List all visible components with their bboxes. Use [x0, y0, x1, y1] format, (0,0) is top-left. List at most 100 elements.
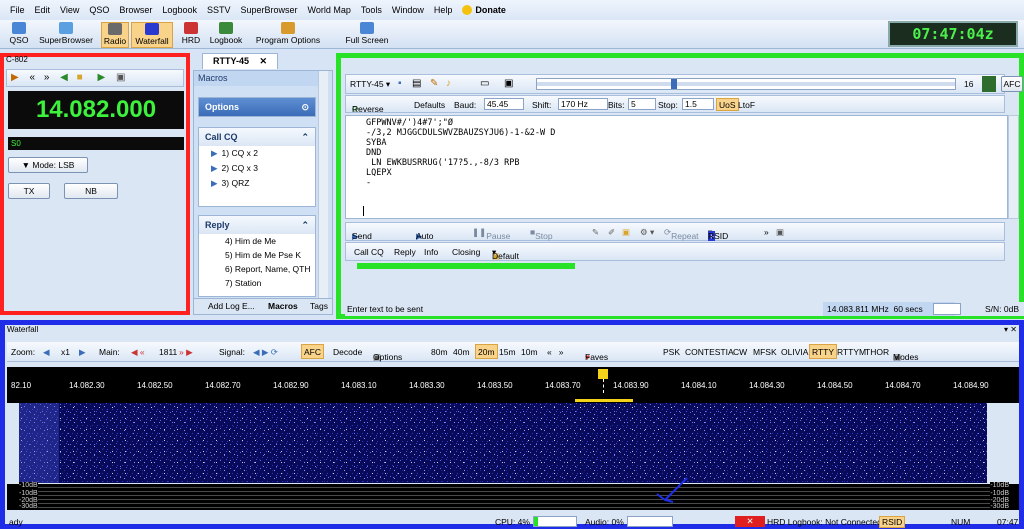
- macro-item[interactable]: 5) Him de Me Pse K: [199, 248, 315, 262]
- tab-add-log-entry[interactable]: Add Log E...: [208, 301, 255, 311]
- zoom-value[interactable]: x1: [61, 347, 70, 357]
- frequency-scale[interactable]: 82.10 14.082.30 14.082.50 14.082.70 14.0…: [7, 367, 1019, 403]
- stop-select[interactable]: 1.5: [682, 98, 714, 110]
- collapse-icon[interactable]: ⌃: [301, 132, 309, 143]
- tuning-slider[interactable]: [536, 78, 956, 90]
- folder-icon[interactable]: ■: [77, 72, 83, 83]
- macro-item[interactable]: 7) Station: [199, 276, 315, 290]
- rtty-mode-dropdown[interactable]: RTTY-45 ▾: [350, 79, 390, 90]
- call-cq-header[interactable]: Call CQ ⌃: [199, 128, 315, 146]
- menu-tools[interactable]: Tools: [361, 5, 382, 15]
- hrd-button[interactable]: HRD: [180, 22, 202, 48]
- shift-select[interactable]: 170 Hz: [558, 98, 608, 110]
- slider-handle[interactable]: [671, 79, 677, 89]
- logbook-button[interactable]: Logbook: [206, 22, 246, 48]
- forward-icon[interactable]: »: [44, 72, 50, 83]
- more-icon[interactable]: »: [764, 227, 769, 237]
- menu-file[interactable]: File: [10, 5, 25, 15]
- band-40m[interactable]: 40m: [453, 347, 470, 357]
- play-icon[interactable]: ▶: [11, 72, 19, 83]
- tab-macros[interactable]: Macros: [268, 301, 298, 311]
- default-dropdown[interactable]: ▣ Default ▾: [492, 247, 519, 261]
- repeat-button[interactable]: ⟳ Repeat: [664, 227, 699, 241]
- back-icon[interactable]: ◀: [60, 72, 68, 83]
- settings-icon[interactable]: ▣: [776, 227, 784, 238]
- macro-item[interactable]: 6) Report, Name, QTH: [199, 262, 315, 276]
- decode-button[interactable]: Decode: [333, 347, 362, 357]
- qso-button[interactable]: QSO: [6, 22, 32, 48]
- settings-icon[interactable]: ▣: [504, 78, 513, 89]
- afc-button[interactable]: AFC: [1001, 76, 1023, 92]
- zoom-in-icon[interactable]: ▶: [79, 347, 86, 358]
- next-icon[interactable]: ▶: [97, 72, 105, 83]
- program-options-button[interactable]: Program Options: [252, 22, 324, 48]
- print-icon[interactable]: ▤: [412, 78, 421, 89]
- receive-text-area[interactable]: GFPWNV#/')4#7';"Ø -/3,2 MJGGCDULSWVZBAUZ…: [345, 115, 1008, 219]
- settings-icon[interactable]: ▣: [116, 72, 125, 83]
- rewind-icon[interactable]: «: [29, 72, 35, 83]
- tuning-marker[interactable]: [598, 369, 608, 379]
- macro-item[interactable]: 4) Him de Me: [199, 234, 315, 248]
- waterfall-display[interactable]: [19, 403, 987, 483]
- afc-toggle[interactable]: AFC: [301, 344, 324, 359]
- band-80m[interactable]: 80m: [431, 347, 448, 357]
- mode-olivia[interactable]: OLIVIA: [781, 347, 808, 357]
- options-group[interactable]: Options ⊙: [198, 97, 316, 117]
- tab-rtty-45[interactable]: RTTY-45 ✕: [202, 53, 279, 69]
- band-nav-icons[interactable]: « »: [547, 347, 564, 357]
- close-icon[interactable]: ✕: [260, 56, 268, 66]
- bell-icon[interactable]: ♪: [446, 78, 451, 89]
- eraser-icon[interactable]: ✎: [592, 227, 599, 238]
- receive-scrollbar[interactable]: [1008, 115, 1019, 219]
- radio-button[interactable]: Radio: [101, 22, 129, 48]
- mode-thor[interactable]: THOR: [865, 347, 889, 357]
- mode-contestia[interactable]: CONTESTIA: [685, 347, 734, 357]
- mode-rtty[interactable]: RTTY: [809, 344, 838, 359]
- reply-header[interactable]: Reply ⌃: [199, 216, 315, 234]
- ltof-toggle[interactable]: LtoF: [738, 100, 755, 110]
- menu-logbook[interactable]: Logbook: [162, 5, 197, 15]
- band-10m[interactable]: 10m: [521, 347, 538, 357]
- mode-mfsk[interactable]: MFSK: [753, 347, 777, 357]
- menu-browser[interactable]: Browser: [119, 5, 152, 15]
- options-header[interactable]: Options ⊙: [199, 98, 315, 116]
- closing-button[interactable]: Closing: [452, 247, 480, 257]
- call-cq-button[interactable]: Call CQ: [354, 247, 384, 257]
- menu-qso[interactable]: QSO: [89, 5, 109, 15]
- transmit-input[interactable]: Enter text to be sent: [347, 304, 423, 314]
- rsid-indicator[interactable]: RSID: [879, 516, 906, 528]
- eraser-icon[interactable]: ✎: [430, 78, 438, 89]
- macro-item[interactable]: ▶ 3) QRZ: [199, 176, 315, 191]
- nb-button[interactable]: NB: [64, 183, 118, 199]
- macro-item[interactable]: ▶ 2) CQ x 3: [199, 161, 315, 176]
- close-icon[interactable]: ✕: [1010, 325, 1017, 334]
- collapse-icon[interactable]: ⌃: [301, 220, 309, 231]
- mode-psk[interactable]: PSK: [663, 347, 680, 357]
- gear-icon[interactable]: ⚙ ▾: [640, 227, 654, 238]
- reply-button[interactable]: Reply: [394, 247, 416, 257]
- menu-view[interactable]: View: [60, 5, 79, 15]
- baud-select[interactable]: 45.45: [484, 98, 524, 110]
- tab-tags[interactable]: Tags: [310, 301, 328, 311]
- full-screen-button[interactable]: Full Screen: [343, 22, 391, 48]
- main-back-icon[interactable]: ◀ «: [131, 347, 145, 358]
- macros-scrollbar[interactable]: [318, 71, 328, 301]
- menu-sstv[interactable]: SSTV: [207, 5, 231, 15]
- waterfall-button[interactable]: Waterfall: [131, 22, 173, 48]
- mode-rttym[interactable]: RTTYM: [837, 347, 866, 357]
- pause-button[interactable]: ❚❚ Pause (F3): [472, 227, 510, 251]
- menu-window[interactable]: Window: [392, 5, 424, 15]
- pin-icon[interactable]: ▾: [1004, 325, 1008, 334]
- menu-donate[interactable]: Donate: [462, 5, 506, 16]
- band-20m[interactable]: 20m: [475, 344, 498, 359]
- stop-button[interactable]: ■ Stop (F4): [530, 227, 553, 251]
- collapse-icon[interactable]: ⊙: [301, 102, 309, 113]
- save-icon[interactable]: ▪: [398, 78, 402, 89]
- mode-cw[interactable]: CW: [733, 347, 747, 357]
- band-15m[interactable]: 15m: [499, 347, 516, 357]
- zoom-out-icon[interactable]: ◀: [43, 347, 50, 358]
- mode-dropdown[interactable]: ▼ Mode: LSB: [8, 157, 88, 173]
- bits-select[interactable]: 5: [628, 98, 656, 110]
- tx-button[interactable]: TX: [8, 183, 50, 199]
- superbrowser-button[interactable]: SuperBrowser: [36, 22, 96, 48]
